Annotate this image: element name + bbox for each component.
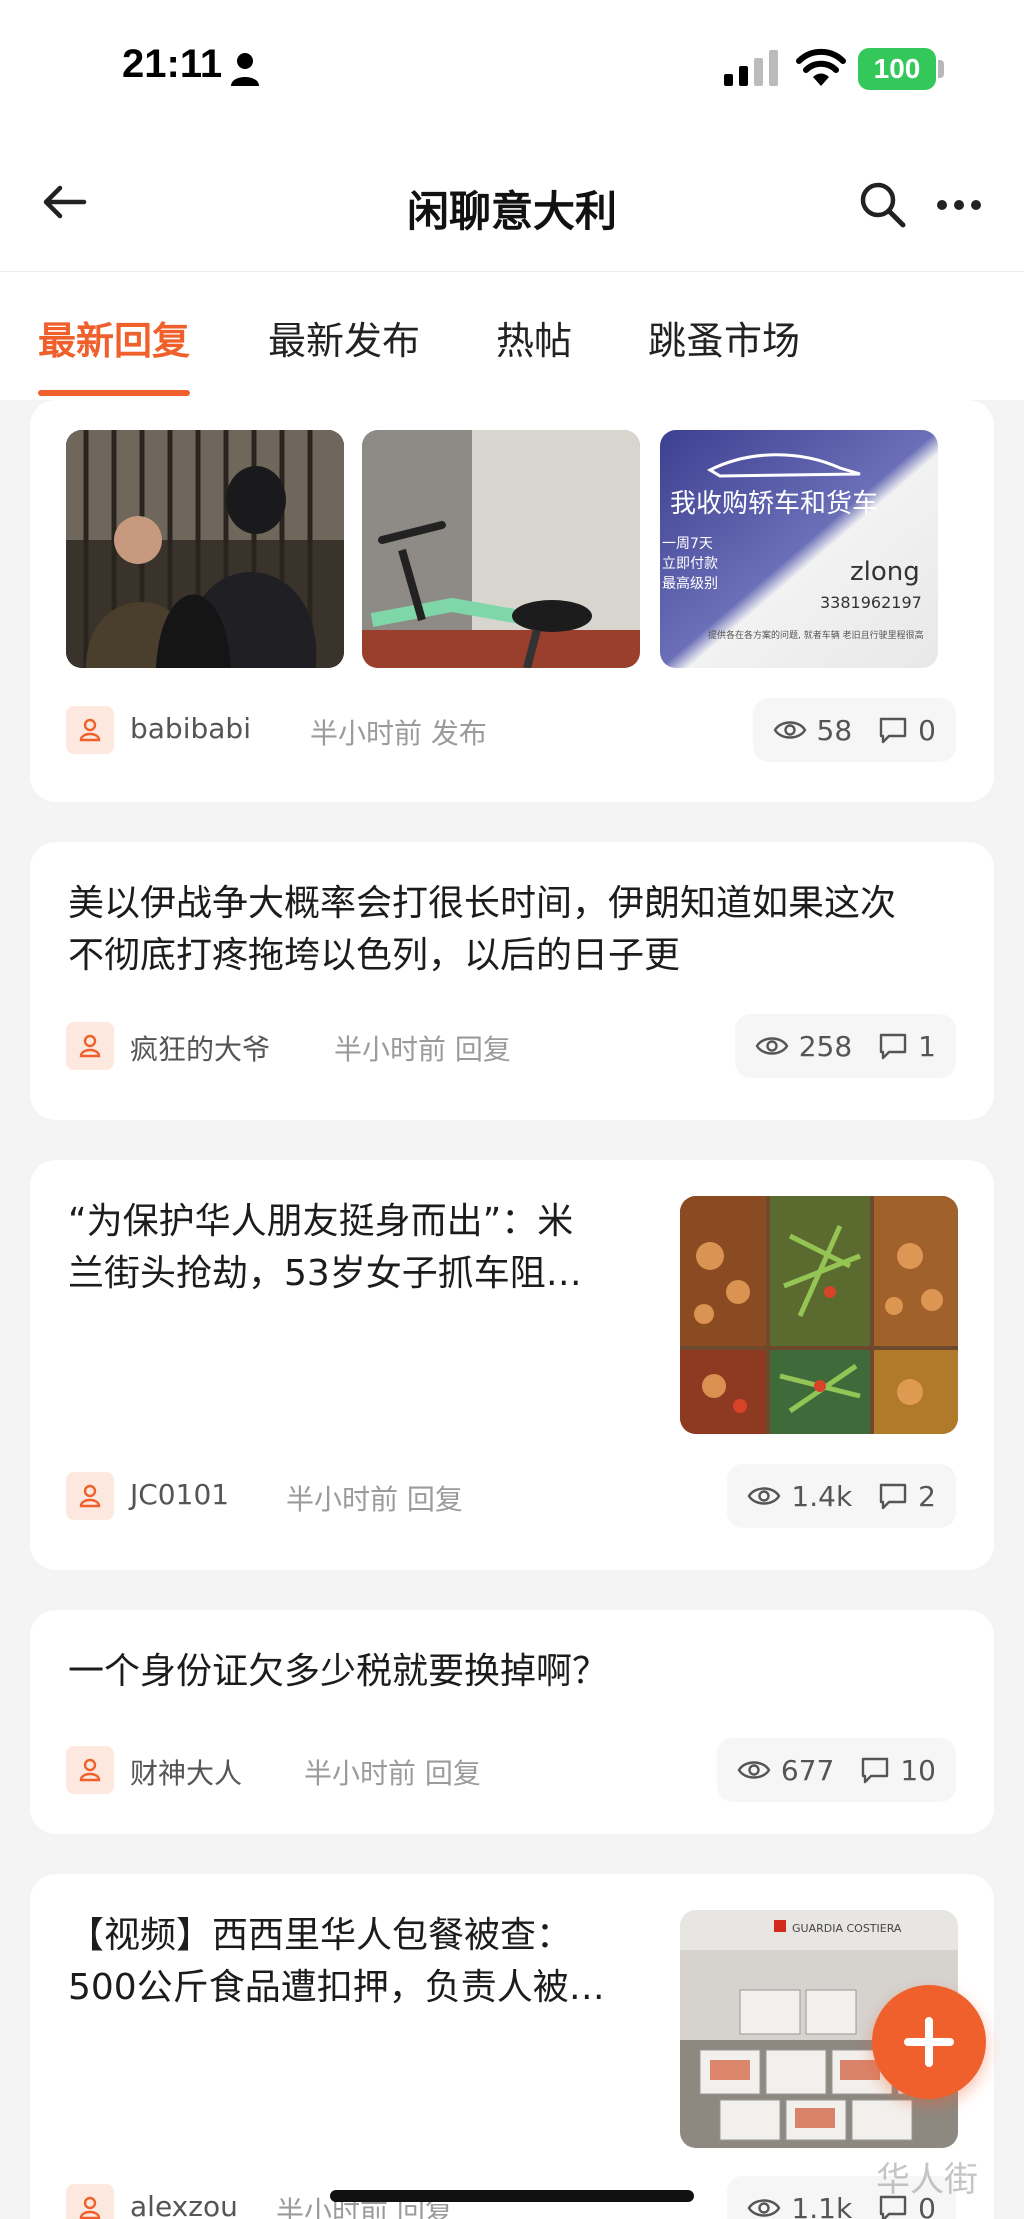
post-time: 半小时前 回复 (334, 1033, 511, 1066)
food-photo (680, 1196, 958, 1434)
tab-flea-market[interactable]: 跳蚤市场 (648, 310, 800, 365)
post-card[interactable]: “为保护华人朋友挺身而出”：米 兰街头抢劫，53岁女子抓车阻… JC0101 半… (30, 1160, 994, 1570)
post-stats: 1.4k 2 (727, 1464, 956, 1528)
comment-count: 2 (918, 1479, 936, 1513)
eye-icon (737, 1761, 771, 1779)
author-name[interactable]: alexzou (130, 2190, 238, 2219)
avatar[interactable] (66, 1472, 114, 1520)
author-name[interactable]: 疯狂的大爷 (130, 1028, 270, 1068)
post-title-line: 美以伊战争大概率会打很长时间，伊朗知道如果这次 (68, 883, 897, 924)
avatar[interactable] (66, 706, 114, 754)
ad-line: 立即付款 (662, 556, 718, 572)
nav-bar: 闲聊意大利 (0, 140, 1024, 272)
user-icon (79, 1034, 101, 1058)
view-count: 1.1k (791, 2191, 853, 2219)
author-name[interactable]: JC0101 (130, 1478, 229, 1511)
post-image[interactable] (362, 430, 640, 668)
tab-bar: 最新回复 最新发布 热帖 跳蚤市场 (0, 272, 1024, 400)
post-title-line: “为保护华人朋友挺身而出”：米 (68, 1201, 574, 1242)
post-card[interactable]: 一个身份证欠多少税就要换掉啊？ 财神大人 半小时前 回复 677 10 (30, 1610, 994, 1834)
author-name[interactable]: 财神大人 (130, 1752, 242, 1792)
user-icon (79, 1484, 101, 1508)
ad-line: 一周7天 (662, 536, 713, 552)
eye-icon (773, 721, 806, 739)
post-time: 半小时前 回复 (304, 1757, 481, 1790)
eye-icon (755, 1037, 789, 1055)
post-card[interactable]: 美以伊战争大概率会打很长时间，伊朗知道如果这次 不彻底打疼拖垮以色列，以后的日子… (30, 842, 994, 1120)
post-card[interactable]: 【视频】西西里华人包餐被查： 500公斤食品遭扣押，负责人被… GUARDIA … (30, 1874, 994, 2219)
tab-active-indicator (38, 390, 190, 396)
avatar[interactable] (66, 1746, 114, 1794)
post-title-line: 【视频】西西里华人包餐被查： (68, 1915, 573, 1956)
ad-footer: 提供各在各方案的问题, 就者车辆 老旧且行驶里程很高 (708, 629, 924, 641)
comment-count: 0 (918, 713, 936, 747)
status-bar: 21:11 100 (0, 0, 1024, 140)
person-icon (231, 53, 259, 86)
battery-tip (938, 60, 944, 78)
view-count: 677 (780, 1753, 835, 1787)
signal-icon (724, 50, 778, 86)
post-meta: JC0101 半小时前 回复 1.4k 2 (66, 1464, 956, 1528)
post-title[interactable]: 美以伊战争大概率会打很长时间，伊朗知道如果这次 不彻底打疼拖垮以色列，以后的日子… (68, 878, 968, 982)
car-ad-image: 我收购轿车和货车 一周7天 立即付款 最高级别 zlong 3381962197… (660, 430, 938, 668)
eye-icon (748, 2199, 781, 2217)
post-card[interactable]: 我收购轿车和货车 一周7天 立即付款 最高级别 zlong 3381962197… (30, 400, 994, 802)
tab-hot-posts[interactable]: 热帖 (496, 310, 572, 365)
post-title[interactable]: 【视频】西西里华人包餐被查： 500公斤食品遭扣押，负责人被… (68, 1910, 668, 2014)
home-indicator[interactable] (330, 2190, 694, 2202)
eye-icon (748, 1487, 781, 1505)
search-icon[interactable] (858, 180, 908, 230)
bicycle-photo (362, 430, 640, 668)
watermark: 华人街 (876, 2160, 978, 2200)
user-icon (79, 2196, 101, 2219)
post-stats: 258 1 (734, 1014, 956, 1078)
comment-icon (879, 1483, 907, 1510)
tab-latest-posts[interactable]: 最新发布 (268, 310, 420, 365)
comment-icon (862, 1757, 889, 1784)
post-title-line: 兰街头抢劫，53岁女子抓车阻… (68, 1253, 582, 1294)
post-stats: 58 0 (752, 698, 956, 762)
post-title-line: 500公斤食品遭扣押，负责人被… (68, 1967, 605, 2008)
post-title[interactable]: “为保护华人朋友挺身而出”：米 兰街头抢劫，53岁女子抓车阻… (68, 1196, 668, 1300)
image-caption: GUARDIA COSTIERA (792, 1922, 902, 1935)
comment-icon (879, 1033, 907, 1060)
ad-headline: 我收购轿车和货车 (670, 489, 878, 519)
post-meta: babibabi 半小时前 发布 58 0 (66, 698, 956, 762)
avatar[interactable] (66, 1022, 114, 1070)
new-post-button[interactable] (872, 1985, 986, 2099)
post-meta: 财神大人 半小时前 回复 677 10 (66, 1738, 956, 1802)
street-photo (66, 430, 344, 668)
comment-count: 1 (918, 1029, 936, 1063)
battery-indicator: 100 (858, 48, 936, 90)
post-stats: 677 10 (716, 1738, 956, 1802)
wifi-icon (796, 48, 846, 86)
post-image[interactable] (680, 1196, 958, 1434)
view-count: 58 (816, 713, 853, 747)
user-icon (79, 1758, 101, 1782)
status-time: 21:11 (122, 42, 223, 86)
post-time: 半小时前 回复 (286, 1483, 463, 1516)
post-time: 半小时前 发布 (310, 717, 487, 750)
user-icon (79, 718, 101, 742)
ad-line: 最高级别 (662, 575, 718, 592)
post-image[interactable] (66, 430, 344, 668)
more-icon[interactable] (934, 190, 984, 220)
ad-phone: 3381962197 (820, 593, 922, 612)
post-title-line: 不彻底打疼拖垮以色列，以后的日子更 (68, 935, 681, 976)
tab-latest-replies[interactable]: 最新回复 (38, 310, 190, 365)
post-title[interactable]: 一个身份证欠多少税就要换掉啊？ (68, 1646, 968, 1698)
comment-count: 10 (900, 1753, 936, 1787)
view-count: 258 (798, 1029, 853, 1063)
post-meta: 疯狂的大爷 半小时前 回复 258 1 (66, 1014, 956, 1078)
view-count: 1.4k (791, 1479, 853, 1513)
post-image-ad[interactable]: 我收购轿车和货车 一周7天 立即付款 最高级别 zlong 3381962197… (660, 430, 938, 668)
avatar[interactable] (66, 2184, 114, 2219)
plus-icon (904, 2017, 954, 2067)
comment-icon (879, 717, 907, 744)
author-name[interactable]: babibabi (130, 712, 251, 745)
ad-brand: zlong (850, 557, 920, 587)
post-title-line: 一个身份证欠多少税就要换掉啊？ (68, 1651, 609, 1692)
